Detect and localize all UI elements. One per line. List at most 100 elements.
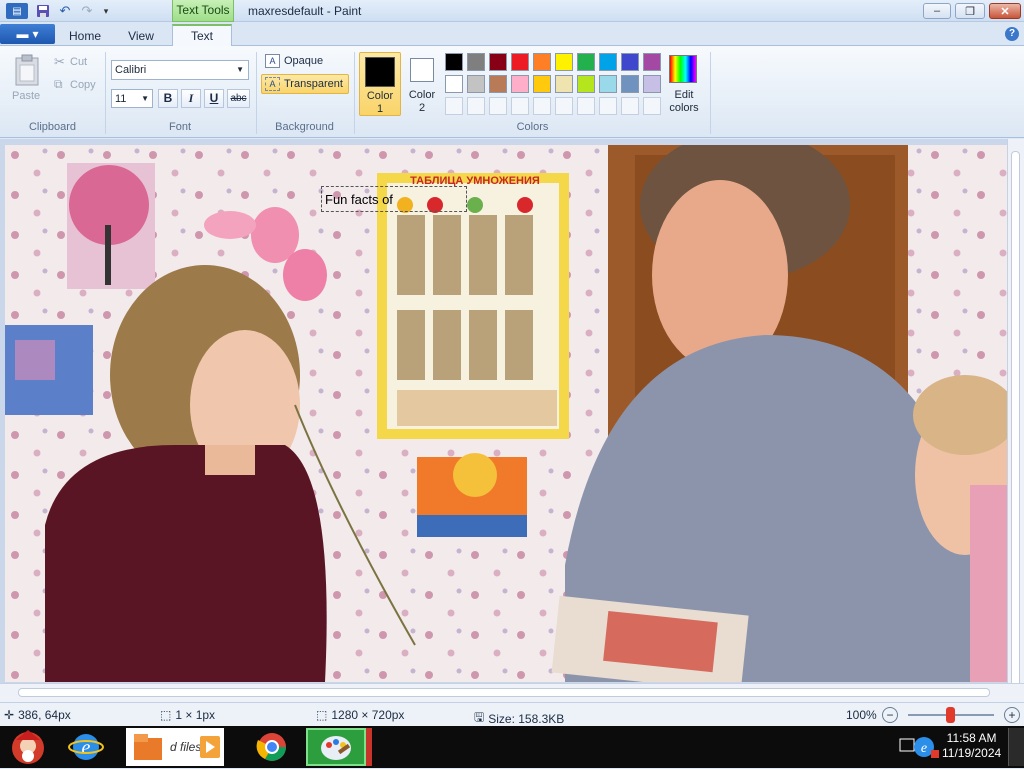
zoom-out-button[interactable]: −	[882, 707, 898, 723]
group-divider	[105, 52, 106, 134]
palette-swatch[interactable]	[467, 53, 485, 71]
clipboard-group-label: Clipboard	[28, 121, 77, 133]
color1-button[interactable]: Color 1	[359, 52, 401, 116]
system-clock[interactable]: 11:58 AM 11/19/2024	[942, 731, 1001, 761]
taskbar-divider	[366, 728, 372, 766]
group-divider	[256, 52, 257, 134]
palette-swatch[interactable]	[643, 75, 661, 93]
horizontal-scrollbar[interactable]	[0, 683, 1024, 702]
transparent-button[interactable]: A Transparent	[261, 74, 349, 94]
start-button[interactable]	[2, 728, 54, 766]
font-family-select[interactable]: Calibri ▼	[111, 60, 249, 80]
close-button[interactable]: ✕	[989, 3, 1021, 19]
help-icon[interactable]: ?	[1005, 27, 1019, 41]
title-bar: ▤ ↶ ↷ ▾ Text Tools maxresdefault - Paint…	[0, 0, 1024, 22]
color1-swatch	[365, 57, 395, 87]
edit-colors-button[interactable]: Edit colors	[664, 52, 704, 116]
palette-swatch[interactable]	[533, 53, 551, 71]
text-box[interactable]: Fun facts of	[321, 186, 467, 212]
palette-swatch[interactable]	[599, 75, 617, 93]
copy-button[interactable]: Copy	[70, 79, 96, 91]
palette-swatch[interactable]	[445, 53, 463, 71]
underline-button[interactable]: U	[204, 89, 224, 108]
image-size: 1280 × 720px	[331, 708, 405, 722]
horizontal-scroll-thumb[interactable]	[18, 688, 990, 697]
bold-button[interactable]: B	[158, 89, 178, 108]
file-explorer-taskbar-button[interactable]: d files	[126, 728, 224, 766]
paste-icon[interactable]	[14, 54, 40, 86]
custom-color-slot[interactable]	[555, 97, 573, 115]
custom-color-slot[interactable]	[643, 97, 661, 115]
redo-icon[interactable]: ↷	[79, 3, 95, 19]
palette-swatch[interactable]	[511, 75, 529, 93]
chevron-down-icon: ▼	[141, 94, 149, 103]
palette-swatch[interactable]	[533, 75, 551, 93]
window-title: maxresdefault - Paint	[248, 4, 362, 18]
palette-swatch[interactable]	[445, 75, 463, 93]
text-box-content[interactable]: Fun facts of	[325, 192, 393, 207]
palette-swatch[interactable]	[643, 53, 661, 71]
palette-swatch[interactable]	[621, 53, 639, 71]
vertical-scroll-thumb[interactable]	[1011, 151, 1020, 691]
context-tab-text-tools: Text Tools	[172, 0, 234, 22]
palette-swatch[interactable]	[555, 75, 573, 93]
save-icon[interactable]	[35, 3, 51, 19]
custom-color-slot[interactable]	[467, 97, 485, 115]
file-menu-button[interactable]: ▬ ▾	[0, 24, 55, 44]
custom-color-slot[interactable]	[577, 97, 595, 115]
zoom-in-button[interactable]: +	[1004, 707, 1020, 723]
paint-app-icon[interactable]: ▤	[6, 3, 28, 19]
internet-explorer-taskbar-icon[interactable]: e	[58, 728, 114, 766]
restore-button[interactable]: ❐	[955, 3, 985, 19]
opaque-button[interactable]: A Opaque	[262, 52, 348, 72]
palette-swatch[interactable]	[577, 53, 595, 71]
cut-button[interactable]: Cut	[70, 56, 87, 68]
edit-colors-icon	[669, 55, 697, 83]
clock-date: 11/19/2024	[942, 746, 1002, 760]
group-divider	[710, 52, 711, 134]
palette-swatch[interactable]	[467, 75, 485, 93]
palette-swatch[interactable]	[511, 53, 529, 71]
palette-swatch[interactable]	[621, 75, 639, 93]
tab-home[interactable]: Home	[60, 26, 110, 46]
custom-color-slot[interactable]	[511, 97, 529, 115]
file-menu-icon: ▬	[16, 27, 29, 41]
strikethrough-button[interactable]: abc	[227, 89, 250, 108]
palette-swatch[interactable]	[489, 75, 507, 93]
customize-quick-access-icon[interactable]: ▾	[98, 3, 114, 19]
custom-color-slot[interactable]	[599, 97, 617, 115]
transparent-icon: A	[265, 77, 280, 91]
custom-color-slot[interactable]	[533, 97, 551, 115]
custom-color-slot[interactable]	[489, 97, 507, 115]
files-label: d files	[170, 740, 202, 754]
italic-button[interactable]: I	[181, 89, 201, 108]
minimize-button[interactable]: ‒	[923, 3, 951, 19]
palette-swatch[interactable]	[489, 53, 507, 71]
network-tray-icon[interactable]: e	[896, 734, 940, 760]
color2-button[interactable]: Color 2	[404, 52, 440, 116]
svg-text:e: e	[921, 741, 927, 756]
chrome-taskbar-icon[interactable]	[242, 728, 302, 766]
custom-color-slot[interactable]	[621, 97, 639, 115]
cut-icon: ✂	[54, 54, 65, 69]
zoom-slider-thumb[interactable]	[946, 707, 955, 723]
opaque-icon: A	[265, 54, 280, 68]
background-group-label: Background	[275, 121, 334, 133]
font-size-select[interactable]: 11 ▼	[111, 89, 153, 108]
colors-group-label: Colors	[516, 121, 549, 133]
palette-swatch[interactable]	[599, 53, 617, 71]
tab-text[interactable]: Text	[172, 24, 232, 47]
vertical-scrollbar[interactable]	[1007, 139, 1024, 702]
color2-swatch	[410, 58, 434, 82]
paint-taskbar-button[interactable]	[306, 728, 366, 766]
palette-swatch[interactable]	[577, 75, 595, 93]
paste-button[interactable]: Paste	[12, 90, 40, 102]
tab-view[interactable]: View	[116, 26, 166, 46]
palette-swatch[interactable]	[555, 53, 573, 71]
cursor-position-icon: ✛	[4, 708, 15, 722]
undo-icon[interactable]: ↶	[57, 3, 73, 19]
custom-color-slot[interactable]	[445, 97, 463, 115]
file-size: Size: 158.3KB	[488, 711, 565, 726]
canvas-image[interactable]: ТАБЛИЦА УМНОЖЕНИЯ Fun facts of	[5, 145, 1007, 682]
show-desktop-button[interactable]	[1008, 728, 1024, 766]
